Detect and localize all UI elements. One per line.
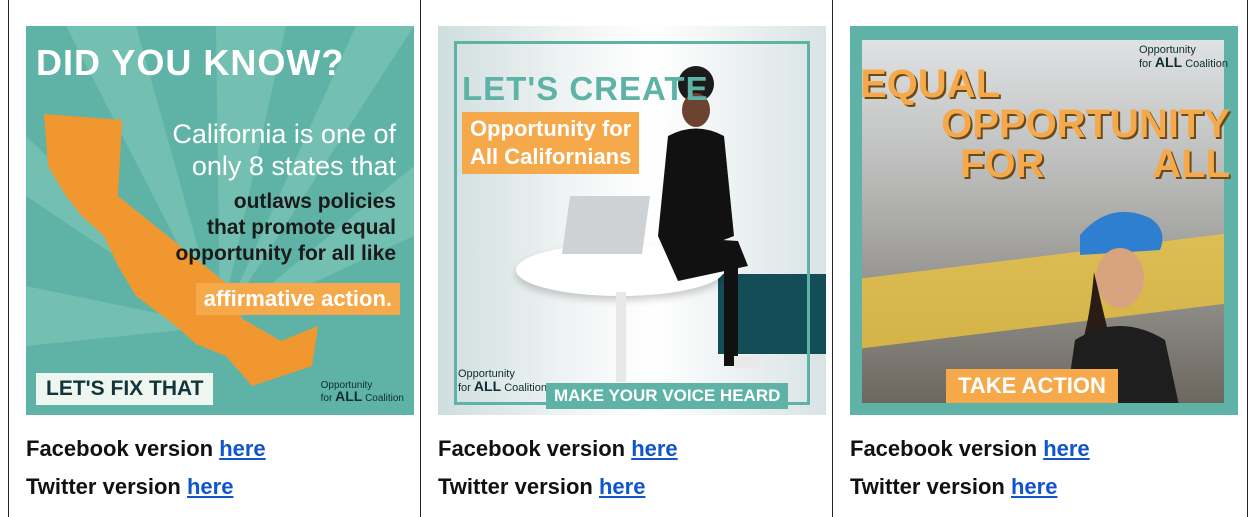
- banner-white-text: California is one of only 8 states that: [172, 119, 396, 181]
- twitter-link[interactable]: here: [1011, 474, 1057, 499]
- banner-equal-opportunity: Opportunity for ALL Coalition EQUAL OPPO…: [850, 26, 1238, 415]
- banner-lets-create: LET'S CREATE Opportunity for All Califor…: [438, 26, 826, 415]
- banner-title-line-2: OPPORTUNITY: [941, 102, 1230, 146]
- cta-text: LET'S FIX THAT: [36, 373, 218, 405]
- coalition-logo: Opportunity for ALL Coalition: [320, 380, 404, 404]
- banner-subtitle: Opportunity for All Californians: [462, 112, 640, 174]
- caption: Facebook version here Twitter version he…: [438, 436, 678, 499]
- card-1: DID YOU KNOW? California is one of only …: [9, 0, 421, 517]
- facebook-link[interactable]: here: [1043, 436, 1089, 461]
- twitter-link[interactable]: here: [599, 474, 645, 499]
- facebook-link[interactable]: here: [631, 436, 677, 461]
- caption: Facebook version here Twitter version he…: [850, 436, 1090, 499]
- banner-dark-text: outlaws policies that promote equal oppo…: [175, 190, 396, 265]
- facebook-link[interactable]: here: [219, 436, 265, 461]
- banner-title: DID YOU KNOW?: [36, 42, 345, 83]
- banner-title-line-1: EQUAL: [860, 62, 1000, 106]
- social-media-grid: DID YOU KNOW? California is one of only …: [8, 0, 1248, 517]
- banner-title-line-4: ALL: [1152, 142, 1230, 186]
- coalition-logo: Opportunity for ALL Coalition: [458, 368, 547, 394]
- banner-title: LET'S CREATE: [462, 70, 709, 107]
- highlight-text: affirmative action.: [195, 283, 400, 315]
- banner-title-line-3: FOR: [960, 142, 1045, 186]
- cta-text: MAKE YOUR VOICE HEARD: [546, 383, 789, 409]
- cta-text: TAKE ACTION: [946, 369, 1118, 403]
- banner-did-you-know: DID YOU KNOW? California is one of only …: [26, 26, 414, 415]
- caption: Facebook version here Twitter version he…: [26, 436, 266, 499]
- twitter-link[interactable]: here: [187, 474, 233, 499]
- card-2: LET'S CREATE Opportunity for All Califor…: [421, 0, 833, 517]
- card-3: Opportunity for ALL Coalition EQUAL OPPO…: [833, 0, 1245, 517]
- coalition-logo: Opportunity for ALL Coalition: [1139, 44, 1228, 70]
